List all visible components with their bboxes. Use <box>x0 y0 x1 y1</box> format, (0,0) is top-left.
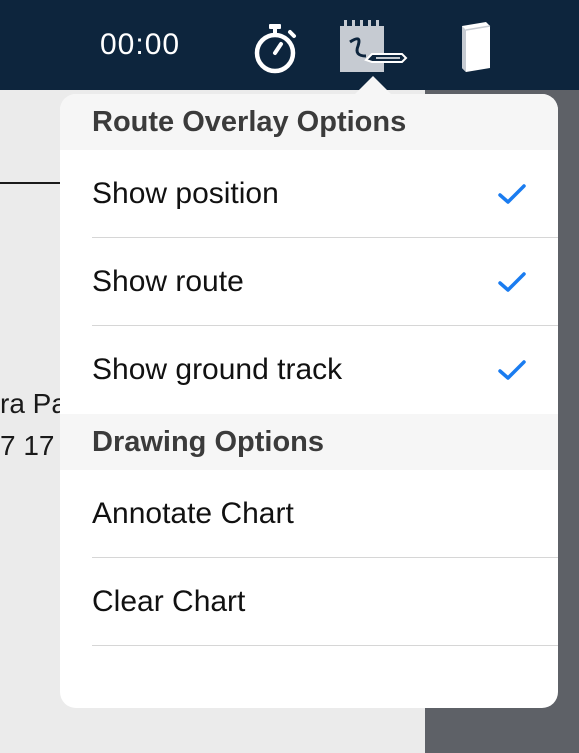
menu-item-label: Show ground track <box>92 353 343 386</box>
menu-item-label: Show route <box>92 265 244 298</box>
menu-item-label: Annotate Chart <box>92 497 294 530</box>
menu-item-label: Clear Chart <box>92 585 246 618</box>
checkmark-icon <box>498 272 526 292</box>
book-icon[interactable] <box>452 20 496 74</box>
checkmark-icon <box>498 184 526 204</box>
chart-label-text: ra Pa <box>0 388 67 419</box>
draw-on-chart-icon[interactable] <box>336 18 410 76</box>
section-header-route-overlay: Route Overlay Options <box>60 94 558 150</box>
menu-item-label: Show position <box>92 177 279 210</box>
section-header-drawing-options: Drawing Options <box>60 414 558 470</box>
checkmark-icon <box>498 360 526 380</box>
options-popover: Route Overlay Options Show position Show… <box>60 94 558 708</box>
chart-label-text: 7 17 <box>0 430 55 461</box>
menu-item-clear-chart[interactable]: Clear Chart <box>92 558 558 646</box>
timer-readout[interactable]: 00:00 <box>100 28 180 62</box>
menu-item-annotate-chart[interactable]: Annotate Chart <box>92 470 558 558</box>
menu-item-show-ground-track[interactable]: Show ground track <box>92 326 558 414</box>
top-toolbar: 00:00 <box>0 0 579 90</box>
menu-item-show-route[interactable]: Show route <box>92 238 558 326</box>
stopwatch-icon[interactable] <box>250 22 300 74</box>
menu-item-show-position[interactable]: Show position <box>92 150 558 238</box>
